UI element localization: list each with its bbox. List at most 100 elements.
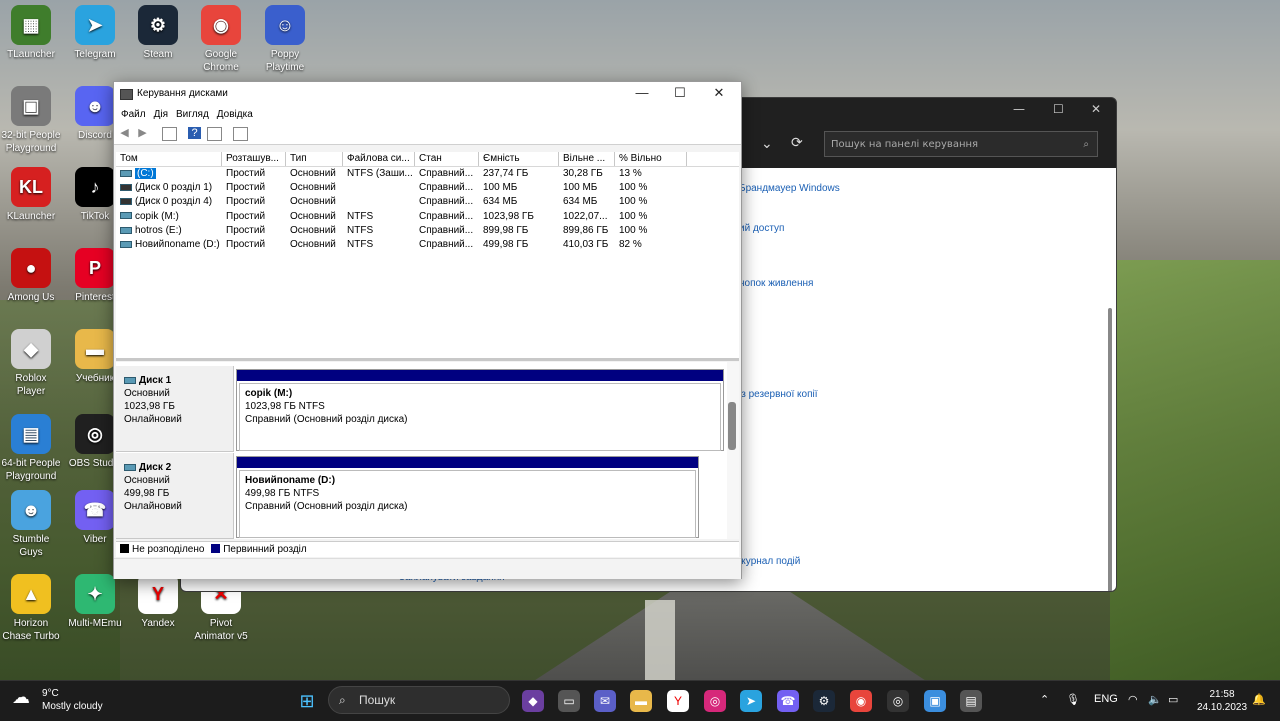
weather-widget[interactable]: ☁ 9°C Mostly cloudy (12, 687, 103, 713)
instagram-icon[interactable]: ◎ (704, 690, 726, 712)
language-indicator[interactable]: ENG (1094, 693, 1118, 705)
col-free[interactable]: Вільне ... (559, 152, 615, 166)
refresh-icon[interactable]: ⟳ (791, 135, 803, 151)
task-view-icon[interactable]: ▭ (558, 690, 580, 712)
minimize-icon[interactable]: — (1013, 102, 1025, 116)
disk-2-label[interactable]: Диск 2 Основний 499,98 ГБ Онлайновий (116, 453, 234, 539)
back-icon[interactable]: ◀ (118, 127, 131, 139)
close-icon[interactable]: ✕ (1091, 102, 1101, 116)
link-firewall[interactable]: Брандмауер Windows (739, 183, 840, 194)
chrome-icon[interactable]: ◉ (850, 690, 872, 712)
obs-icon[interactable]: ◎ (887, 690, 909, 712)
desktop-icon[interactable]: ◉ Google Chrome (190, 5, 252, 74)
help-icon[interactable]: ? (188, 127, 201, 139)
desktop-icon[interactable]: ▤ 64-bit People Playground (0, 414, 62, 483)
col-layout[interactable]: Розташув... (222, 152, 286, 166)
disk-management-window[interactable]: Керування дисками — ☐ ✕ Файл Дія Вигляд … (113, 81, 742, 579)
table-cell: 634 МБ (479, 195, 559, 209)
close-icon[interactable]: ✕ (704, 85, 734, 101)
viber-icon[interactable]: ☎ (777, 690, 799, 712)
col-capacity[interactable]: Ємність (479, 152, 559, 166)
link-power-buttons[interactable]: нопок живлення (739, 278, 813, 289)
table-row[interactable]: (Диск 0 розділ 4) Простий Основний Справний… (116, 195, 739, 209)
desktop-icon[interactable]: ▦ TLauncher (0, 5, 62, 61)
col-status[interactable]: Стан (415, 152, 479, 166)
table-cell: 499,98 ГБ (479, 238, 559, 252)
partition-state: Справний (Основний розділ диска) (245, 501, 408, 512)
col-type[interactable]: Тип (286, 152, 343, 166)
volume-icon[interactable]: 🔈 (1148, 693, 1162, 706)
table-row[interactable]: copik (M:) Простий Основний NTFS Справний...… (116, 210, 739, 224)
desktop-icon[interactable]: ▲ Horizon Chase Turbo (0, 574, 62, 643)
menu-help[interactable]: Довідка (216, 106, 260, 124)
wallpaper-grass (1110, 260, 1280, 680)
table-row[interactable]: (Диск 0 розділ 1) Простий Основний Справний… (116, 181, 739, 195)
control-panel-search-input[interactable]: Пошук на панелі керування ⌕ (824, 131, 1098, 157)
maximize-icon[interactable]: ☐ (1053, 102, 1064, 116)
partition-novyi[interactable]: Новийпоname (D:) 499,98 ГБ NTFS Справний… (236, 456, 699, 538)
file-explorer-icon[interactable]: ▬ (630, 690, 652, 712)
partition-copik[interactable]: copik (M:) 1023,98 ГБ NTFS Справний (Осн… (236, 369, 724, 451)
console-icon[interactable] (233, 127, 248, 141)
menu-action[interactable]: Дія (153, 106, 175, 124)
windows-start-icon[interactable]: ⊞ (296, 690, 318, 712)
disk-1-label[interactable]: Диск 1 Основний 1023,98 ГБ Онлайновий (116, 366, 234, 452)
forward-icon[interactable]: ▶ (136, 127, 149, 139)
table-cell: Справний... (415, 181, 479, 195)
battery-icon[interactable]: ▭ (1168, 693, 1178, 706)
table-row[interactable]: hotros (E:) Простий Основний NTFS Справний..… (116, 224, 739, 238)
minimize-icon[interactable]: — (627, 85, 657, 100)
chevron-up-icon[interactable]: ⌃ (1040, 693, 1049, 706)
desktop-icon[interactable]: KL KLauncher (0, 167, 62, 223)
table-cell: 899,98 ГБ (479, 224, 559, 238)
disk-graphical-view[interactable]: Диск 1 Основний 1023,98 ГБ Онлайновий co… (116, 362, 739, 539)
table-row[interactable]: Новийпоname (D:) Простий Основний NTFS Справ… (116, 238, 739, 252)
desktop-icon[interactable]: ➤ Telegram (64, 5, 126, 61)
table-cell (343, 181, 415, 195)
toolbar: ◀ ▶ ? (114, 124, 741, 145)
chevron-down-icon[interactable]: ⌄ (761, 136, 773, 152)
graph-scrollbar-thumb[interactable] (728, 402, 736, 450)
show-hide-tree-icon[interactable] (162, 127, 177, 141)
desktop-icon[interactable]: ☺ Poppy Playtime (254, 5, 316, 74)
volume-icon (120, 240, 132, 248)
table-cell: Простий (222, 181, 286, 195)
menu-file[interactable]: Файл (120, 106, 153, 124)
clock[interactable]: 21:58 24.10.2023 (1192, 688, 1252, 714)
address-bar-controls[interactable]: ⌄ ⟳ (741, 132, 803, 158)
yandex-icon[interactable]: Y (667, 690, 689, 712)
menu-view[interactable]: Вигляд (175, 106, 216, 124)
col-percent-free[interactable]: % Вільно (615, 152, 687, 166)
disk-management-icon[interactable]: ▤ (960, 690, 982, 712)
control-panel-scrollbar[interactable] (1108, 308, 1112, 591)
taskbar-search[interactable]: ⌕ Пошук (328, 686, 510, 714)
desktop-icon[interactable]: ⚙ Steam (127, 5, 189, 61)
desktop-icon[interactable]: ▣ 32-bit People Playground (0, 86, 62, 155)
desktop-icon[interactable]: ✦ Multi-MEmu (64, 574, 126, 630)
link-backup[interactable]: із резервної копії (739, 389, 818, 400)
chat-icon[interactable]: ✉ (594, 690, 616, 712)
cell-text: Новийпоname (D:) (135, 238, 220, 250)
wifi-icon[interactable]: ◠ (1128, 693, 1138, 706)
disk-management-titlebar[interactable]: Керування дисками — ☐ ✕ (114, 82, 741, 106)
search-icon[interactable]: ⌕ (1083, 132, 1089, 158)
microphone-icon[interactable]: 🎙 (1066, 693, 1080, 706)
control-panel-icon[interactable]: ▣ (924, 690, 946, 712)
graph-scrollbar[interactable] (727, 362, 739, 539)
table-row[interactable]: (C:) Простий Основний NTFS (Заши... Справний… (116, 167, 739, 181)
copilot-icon[interactable]: ◆ (522, 690, 544, 712)
desktop-icon[interactable]: ◆ Roblox Player (0, 329, 62, 398)
notification-icon[interactable]: 🔔 (1252, 693, 1266, 706)
volume-list[interactable]: Том Розташув... Тип Файлова си... Стан Є… (116, 152, 739, 361)
maximize-icon[interactable]: ☐ (665, 85, 695, 101)
desktop-icon[interactable]: ☻ Stumble Guys (0, 490, 62, 559)
link-event-log[interactable]: журнал подій (739, 556, 800, 567)
link-access[interactable]: ий доступ (739, 223, 784, 234)
steam-icon[interactable]: ⚙ (813, 690, 835, 712)
desktop-icon[interactable]: ● Among Us (0, 248, 62, 304)
col-filesystem[interactable]: Файлова си... (343, 152, 415, 166)
properties-icon[interactable] (207, 127, 222, 141)
telegram-icon[interactable]: ➤ (740, 690, 762, 712)
col-volume[interactable]: Том (116, 152, 222, 166)
partition-bar (237, 370, 723, 381)
